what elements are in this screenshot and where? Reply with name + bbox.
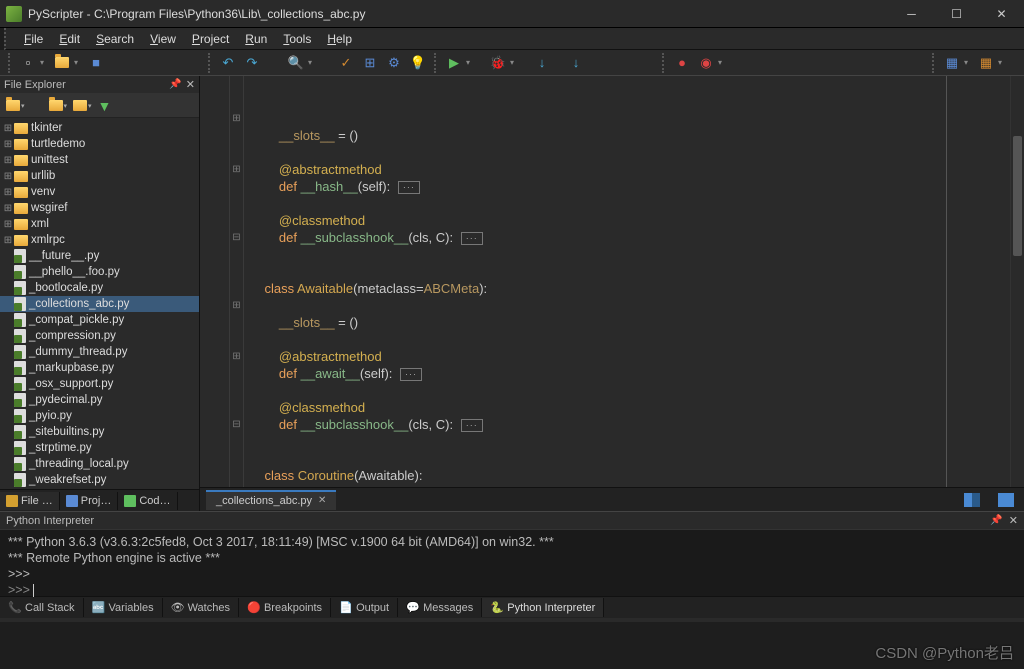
file-explorer-panel: File Explorer 📌 ✕ ▾ ▾ ▾ ▼ ⊞tkinter⊞turtl… <box>0 76 200 511</box>
back-folder-button[interactable]: ▾ <box>4 99 27 112</box>
close-button[interactable]: ✕ <box>979 0 1024 28</box>
tree-item[interactable]: _weakrefset.py <box>0 472 199 488</box>
import-module-icon[interactable]: ⊞ <box>359 52 381 74</box>
main-toolbar: ▫▾ ▾ ■ ↶ ↷ 🔍▾ ✓ ⊞ ⚙ 💡 ▶▾ 🐞▾ ↓ ↓ ● ◉▾ ▦▾ … <box>0 50 1024 76</box>
tree-item[interactable]: ⊞turtledemo <box>0 136 199 152</box>
minimize-button[interactable]: ─ <box>889 0 934 28</box>
sidebar-tab[interactable]: Proj… <box>60 492 119 510</box>
tree-item[interactable]: ⊞wsgiref <box>0 200 199 216</box>
editor-options-icon[interactable] <box>998 493 1014 507</box>
menu-project[interactable]: Project <box>184 30 237 48</box>
interpreter-title: Python Interpreter <box>6 515 94 527</box>
split-view-icon[interactable] <box>964 493 980 507</box>
syntax-check-icon[interactable]: ✓ <box>335 52 357 74</box>
bottom-tabs: 📞Call Stack🔤Variables👁Watches🔴Breakpoint… <box>0 596 1024 618</box>
file-explorer-title: File Explorer <box>4 79 66 91</box>
editor-tabs: _collections_abc.py ✕ <box>200 487 1024 511</box>
file-explorer-toolbar: ▾ ▾ ▾ ▼ <box>0 94 199 118</box>
file-tree[interactable]: ⊞tkinter⊞turtledemo⊞unittest⊞urllib⊞venv… <box>0 118 199 489</box>
bottom-tab-output[interactable]: 📄Output <box>331 598 398 617</box>
sidebar-tabs: File …Proj…Cod… <box>0 489 199 511</box>
line-number-gutter <box>200 76 230 487</box>
tree-item[interactable]: __future__.py <box>0 248 199 264</box>
save-icon[interactable]: ■ <box>85 52 107 74</box>
bottom-tab-breakpoints[interactable]: 🔴Breakpoints <box>239 598 331 617</box>
app-logo-icon <box>6 6 22 22</box>
stop-icon[interactable]: ● <box>671 52 693 74</box>
code-editor[interactable]: __slots__ = () @abstractmethod def __has… <box>244 76 1010 487</box>
interp-close-icon[interactable]: ✕ <box>1009 514 1018 527</box>
sidebar-tab[interactable]: Cod… <box>118 492 177 510</box>
title-bar: PyScripter - C:\Program Files\Python36\L… <box>0 0 1024 28</box>
interp-pin-icon[interactable]: 📌 <box>990 515 1002 526</box>
bottom-tab-watches[interactable]: 👁Watches <box>163 598 239 617</box>
python-interpreter-panel: Python Interpreter 📌 ✕ *** Python 3.6.3 … <box>0 511 1024 596</box>
bottom-tab-variables[interactable]: 🔤Variables <box>84 598 163 617</box>
debug-hint-icon[interactable]: 💡 <box>407 52 429 74</box>
bottom-tab-messages[interactable]: 💬Messages <box>398 598 482 617</box>
watermark-text: CSDN @Python老吕 <box>875 642 1014 663</box>
menu-tools[interactable]: Tools <box>275 30 319 48</box>
vertical-ruler <box>946 76 947 487</box>
tree-item[interactable]: _sitebuiltins.py <box>0 424 199 440</box>
undo-icon[interactable]: ↶ <box>217 52 239 74</box>
run-icon[interactable]: ▶ <box>443 52 465 74</box>
tree-item[interactable]: _pydecimal.py <box>0 392 199 408</box>
tree-item[interactable]: _dummy_thread.py <box>0 344 199 360</box>
menu-file[interactable]: File <box>16 30 51 48</box>
tree-item[interactable]: ⊞xmlrpc <box>0 232 199 248</box>
menu-run[interactable]: Run <box>237 30 275 48</box>
tree-item[interactable]: _osx_support.py <box>0 376 199 392</box>
maximize-button[interactable]: ☐ <box>934 0 979 28</box>
tree-item[interactable]: _markupbase.py <box>0 360 199 376</box>
view-icon[interactable]: ▦ <box>975 52 997 74</box>
tree-item[interactable]: ⊞xml <box>0 216 199 232</box>
stop-all-icon[interactable]: ◉ <box>695 52 717 74</box>
tree-item[interactable]: _threading_local.py <box>0 456 199 472</box>
menu-edit[interactable]: Edit <box>51 30 88 48</box>
tree-item[interactable]: _collections_abc.py <box>0 296 199 312</box>
menu-view[interactable]: View <box>142 30 184 48</box>
menu-search[interactable]: Search <box>88 30 142 48</box>
window-title: PyScripter - C:\Program Files\Python36\L… <box>28 7 889 21</box>
tree-item[interactable]: _bootlocale.py <box>0 280 199 296</box>
new-file-icon[interactable]: ▫ <box>17 52 39 74</box>
tree-item[interactable]: __phello__.foo.py <box>0 264 199 280</box>
tab-close-icon[interactable]: ✕ <box>318 495 326 506</box>
tree-item[interactable]: _compression.py <box>0 328 199 344</box>
menu-help[interactable]: Help <box>319 30 360 48</box>
bottom-tab-call-stack[interactable]: 📞Call Stack <box>0 598 84 617</box>
open-file-icon[interactable] <box>51 52 73 74</box>
step-over-icon[interactable]: ↓ <box>531 52 553 74</box>
status-bar <box>0 618 1024 622</box>
editor-tab-active[interactable]: _collections_abc.py ✕ <box>206 490 336 510</box>
fold-column[interactable]: ⊞⊞⊟⊞⊞⊟⊞⊞⊞ <box>230 76 244 487</box>
tree-item[interactable]: ⊞urllib <box>0 168 199 184</box>
tree-item[interactable]: _pyio.py <box>0 408 199 424</box>
tree-item[interactable]: ⊞venv <box>0 184 199 200</box>
tree-item[interactable]: _compat_pickle.py <box>0 312 199 328</box>
bottom-tab-python-interpreter[interactable]: 🐍Python Interpreter <box>482 598 604 617</box>
layout-icon[interactable]: ▦ <box>941 52 963 74</box>
editor-tab-label: _collections_abc.py <box>216 495 312 507</box>
redo-icon[interactable]: ↷ <box>241 52 263 74</box>
browse-folder-button[interactable]: ▾ <box>47 99 70 112</box>
vertical-scrollbar[interactable] <box>1010 76 1024 487</box>
folder-options-button[interactable]: ▾ <box>71 99 94 112</box>
sidebar-tab[interactable]: File … <box>0 492 60 510</box>
panel-close-icon[interactable]: ✕ <box>186 78 195 91</box>
tree-item[interactable]: ⊞unittest <box>0 152 199 168</box>
find-icon[interactable]: 🔍 <box>285 52 307 74</box>
filter-button[interactable]: ▼ <box>96 97 114 115</box>
pin-icon[interactable]: 📌 <box>169 79 181 90</box>
debug-icon[interactable]: 🐞 <box>487 52 509 74</box>
step-into-icon[interactable]: ↓ <box>565 52 587 74</box>
menu-bar: FileEditSearchViewProjectRunToolsHelp <box>4 28 1024 50</box>
run-config-icon[interactable]: ⚙ <box>383 52 405 74</box>
interpreter-console[interactable]: *** Python 3.6.3 (v3.6.3:2c5fed8, Oct 3 … <box>0 530 1024 596</box>
tree-item[interactable]: _strptime.py <box>0 440 199 456</box>
tree-item[interactable]: ⊞tkinter <box>0 120 199 136</box>
